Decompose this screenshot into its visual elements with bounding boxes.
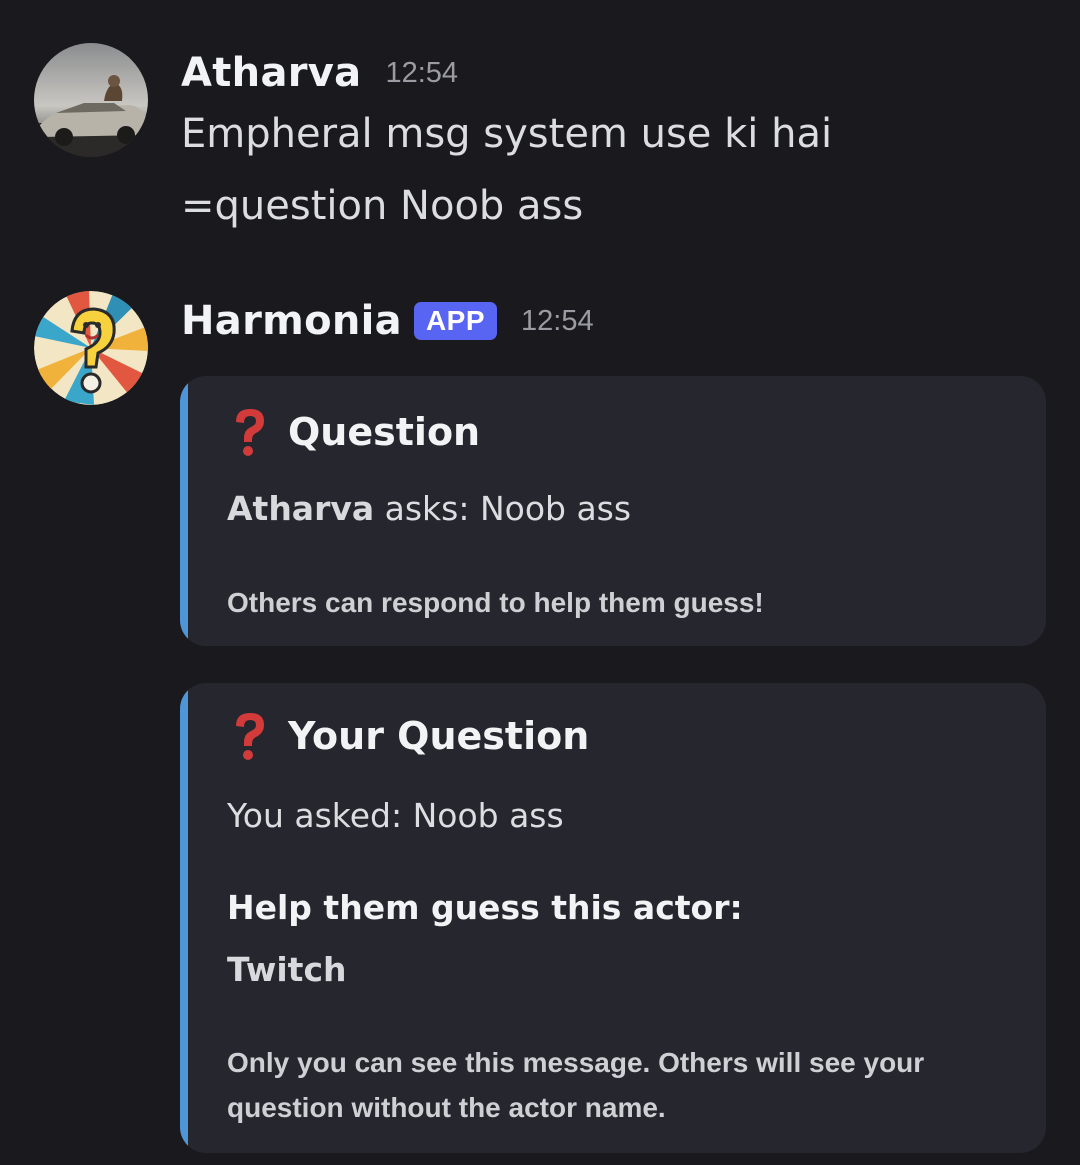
app-badge: APP: [413, 302, 498, 340]
bot-avatar-harmonia[interactable]: [34, 291, 148, 405]
message-harmonia: Harmonia APP 12:54 Question Atharva asks…: [0, 0, 1080, 1165]
author-name[interactable]: Harmonia: [181, 298, 402, 344]
red-question-mark-icon: [236, 713, 264, 760]
footer-line: question without the actor name.: [227, 1092, 666, 1123]
question-mark-cartoon-avatar-icon: [34, 291, 148, 405]
embed-title-text: Your Question: [288, 714, 590, 758]
actor-name: Twitch: [227, 950, 347, 989]
you-asked-line: You asked: Noob ass: [227, 796, 564, 835]
red-question-mark-icon: [236, 409, 264, 456]
embed-accent-bar: [180, 376, 188, 646]
embed-title: Question: [230, 406, 480, 458]
asks-text: asks: Noob ass: [374, 489, 632, 528]
embed-title-text: Question: [288, 410, 481, 454]
embed-question: Question Atharva asks: Noob ass Others c…: [180, 376, 1046, 646]
question-asked-line: Atharva asks: Noob ass: [227, 489, 631, 528]
asker-name: Atharva: [227, 489, 375, 528]
help-label: Help them guess this actor:: [227, 888, 743, 927]
message-header: Harmonia APP 12:54: [181, 298, 594, 344]
embed-your-question: Your Question You asked: Noob ass Help t…: [180, 683, 1046, 1153]
embed-footer: Only you can see this message. Others wi…: [227, 1040, 924, 1130]
footer-line: Only you can see this message. Others wi…: [227, 1047, 925, 1078]
embed-title: Your Question: [230, 710, 589, 762]
embed-footer: Others can respond to help them guess!: [227, 587, 764, 618]
message-timestamp: 12:54: [521, 304, 594, 337]
embed-accent-bar: [180, 683, 188, 1153]
